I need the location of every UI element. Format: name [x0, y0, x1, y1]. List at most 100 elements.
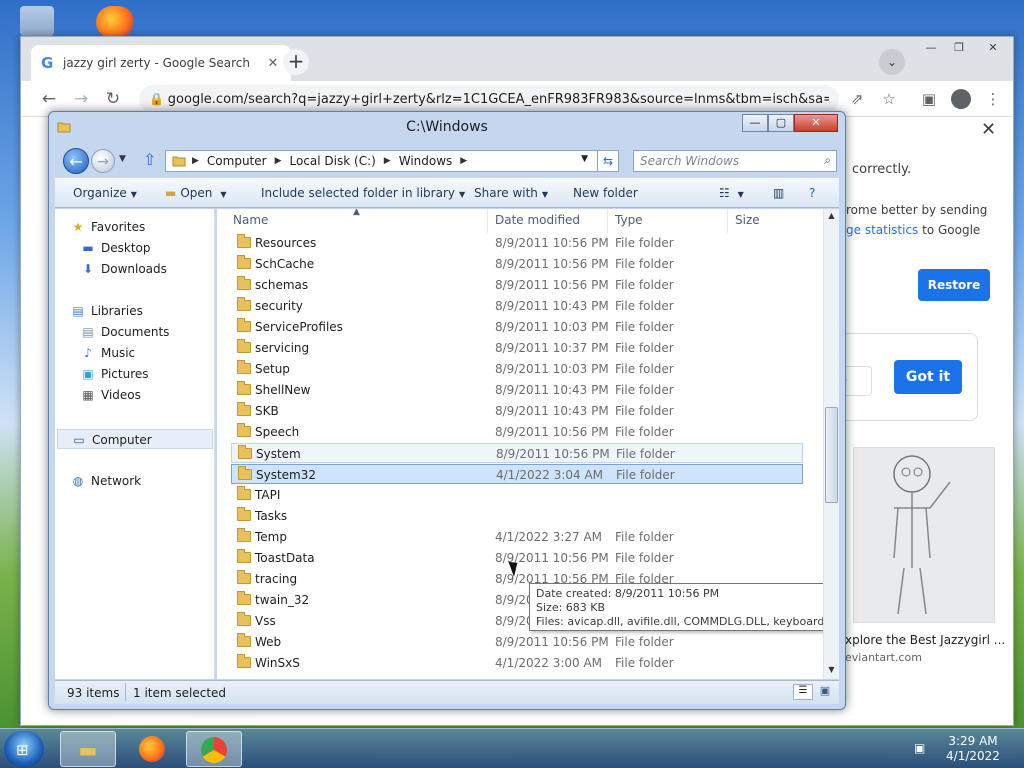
- system-clock[interactable]: 3:29 AM 4/1/2022: [940, 734, 1006, 764]
- nav-libraries[interactable]: ▤ Libraries: [69, 301, 227, 321]
- table-row[interactable]: System 8/9/2011 10:56 PM File folder: [231, 443, 803, 463]
- breadcrumb-separator-icon[interactable]: ▶: [192, 156, 199, 166]
- table-row[interactable]: Resources 8/9/2011 10:56 PM File folder: [231, 233, 803, 253]
- taskbar-firefox-button[interactable]: [124, 731, 180, 767]
- forward-arrow-icon[interactable]: →: [91, 149, 115, 173]
- back-arrow-icon[interactable]: ←: [63, 148, 89, 174]
- preview-pane-icon[interactable]: ▥: [773, 186, 784, 200]
- explorer-minimize-button[interactable]: —: [742, 114, 768, 132]
- nav-computer[interactable]: ▭ Computer: [57, 429, 213, 449]
- nav-favorites[interactable]: ★ Favorites: [69, 217, 227, 237]
- tab-close-icon[interactable]: ✕: [265, 56, 281, 71]
- chrome-tab[interactable]: G jazzy girl zerty - Google Search ✕: [31, 45, 291, 81]
- table-row[interactable]: Tasks: [231, 506, 803, 526]
- table-row[interactable]: ShellNew 8/9/2011 10:43 PM File folder: [231, 380, 803, 400]
- nav-downloads[interactable]: ⬇ Downloads: [79, 259, 237, 279]
- got-it-button[interactable]: Got it: [894, 360, 962, 394]
- table-row[interactable]: SchCache 8/9/2011 10:56 PM File folder: [231, 254, 803, 274]
- help-icon[interactable]: ?: [809, 186, 815, 200]
- url-text: google.com/search?q=jazzy+girl+zerty&rlz…: [167, 91, 829, 107]
- address-dropdown-icon[interactable]: ▼: [581, 154, 588, 164]
- nav-network[interactable]: ◍ Network: [69, 471, 227, 491]
- share-with-button[interactable]: Share with ▼: [474, 186, 548, 200]
- share-icon[interactable]: ⇗: [845, 87, 869, 111]
- explorer-maximize-button[interactable]: ▢: [768, 114, 794, 132]
- explorer-title-bar[interactable]: C:\Windows — ▢ ✕: [49, 112, 845, 142]
- search-icon[interactable]: ⌕: [824, 153, 831, 168]
- address-bar[interactable]: 🔒 google.com/search?q=jazzy+girl+zerty&r…: [139, 85, 839, 113]
- table-row[interactable]: WinSxS 4/1/2022 3:00 AM File folder: [231, 653, 803, 673]
- breadcrumb-windows[interactable]: Windows: [399, 154, 453, 168]
- column-date-modified[interactable]: Date modified: [495, 213, 580, 227]
- table-row[interactable]: System32 4/1/2022 3:04 AM File folder: [231, 464, 803, 484]
- view-options-icon[interactable]: ☷ ▼: [719, 186, 744, 200]
- large-icons-view-icon[interactable]: ▣: [815, 684, 835, 700]
- scrollbar-thumb[interactable]: [825, 407, 838, 503]
- nav-desktop[interactable]: ▬ Desktop: [79, 238, 237, 258]
- reload-icon[interactable]: ↻: [101, 87, 125, 111]
- profile-avatar-icon[interactable]: [949, 87, 973, 111]
- table-row[interactable]: SKB 8/9/2011 10:43 PM File folder: [231, 401, 803, 421]
- recycle-bin-icon[interactable]: [20, 6, 54, 36]
- organize-button[interactable]: Organize ▼: [73, 186, 137, 200]
- refresh-icon[interactable]: ⇆: [597, 150, 619, 172]
- explorer-address-bar[interactable]: ▶ Computer ▶ Local Disk (C:) ▶ Windows ▶…: [165, 150, 619, 172]
- include-in-library-button[interactable]: Include selected folder in library ▼: [261, 186, 465, 200]
- up-arrow-icon[interactable]: ⇧: [143, 150, 156, 169]
- table-row[interactable]: schemas 8/9/2011 10:56 PM File folder: [231, 275, 803, 295]
- network-tray-icon[interactable]: ▣: [914, 741, 925, 755]
- nav-pictures[interactable]: ▣ Pictures: [79, 364, 237, 384]
- side-panel-icon[interactable]: ▣: [917, 87, 941, 111]
- chrome-close-button[interactable]: ✕: [981, 41, 1005, 55]
- firefox-icon[interactable]: [96, 6, 134, 38]
- statistics-link[interactable]: ge statistics: [846, 223, 918, 237]
- table-row[interactable]: Web 8/9/2011 10:56 PM File folder: [231, 632, 803, 652]
- details-view-icon[interactable]: ☰: [793, 684, 813, 700]
- table-row[interactable]: TAPI: [231, 485, 803, 505]
- new-folder-button[interactable]: New folder: [573, 186, 638, 200]
- taskbar-explorer-button[interactable]: ▬: [60, 731, 116, 767]
- taskbar-chrome-button[interactable]: [186, 731, 242, 767]
- restore-button[interactable]: Restore: [918, 269, 990, 301]
- nav-music[interactable]: ♪ Music: [79, 343, 237, 363]
- table-row[interactable]: Setup 8/9/2011 10:03 PM File folder: [231, 359, 803, 379]
- chrome-menu-icon[interactable]: ⋮: [981, 87, 1005, 111]
- row-name: SchCache: [255, 257, 315, 271]
- explorer-close-button[interactable]: ✕: [794, 114, 838, 132]
- table-row[interactable]: Speech 8/9/2011 10:56 PM File folder: [231, 422, 803, 442]
- breadcrumb-separator-icon[interactable]: ▶: [384, 156, 391, 166]
- breadcrumb-local-disk[interactable]: Local Disk (C:): [290, 154, 376, 168]
- bookmark-star-icon[interactable]: ☆: [877, 87, 901, 111]
- nav-videos[interactable]: ▦ Videos: [79, 385, 237, 405]
- new-tab-button[interactable]: +: [283, 49, 309, 75]
- chrome-minimize-button[interactable]: —: [919, 41, 943, 55]
- tab-search-button[interactable]: ⌄: [879, 49, 905, 75]
- nav-documents[interactable]: ▤ Documents: [79, 322, 237, 342]
- chrome-maximize-button[interactable]: ❐: [947, 41, 971, 55]
- row-date: 8/9/2011 10:37 PM: [495, 341, 609, 355]
- breadcrumb-separator-icon[interactable]: ▶: [275, 156, 282, 166]
- back-arrow-icon[interactable]: ←: [37, 87, 61, 111]
- vertical-scrollbar[interactable]: ▲ ▼: [823, 209, 839, 679]
- breadcrumb-separator-icon[interactable]: ▶: [460, 156, 467, 166]
- column-size[interactable]: Size: [735, 213, 760, 227]
- table-row[interactable]: ServiceProfiles 8/9/2011 10:03 PM File fol…: [231, 317, 803, 337]
- dropdown-arrow-icon: ▼: [458, 190, 466, 199]
- column-type[interactable]: Type: [615, 213, 643, 227]
- dialog-close-icon[interactable]: ✕: [981, 119, 996, 140]
- breadcrumb-computer[interactable]: Computer: [207, 154, 267, 168]
- forward-arrow-icon[interactable]: →: [69, 87, 93, 111]
- start-button[interactable]: ⊞: [4, 731, 44, 767]
- scroll-up-icon[interactable]: ▲: [824, 211, 839, 220]
- table-row[interactable]: servicing 8/9/2011 10:37 PM File folder: [231, 338, 803, 358]
- search-result-image[interactable]: [853, 447, 995, 623]
- image-caption[interactable]: xplore the Best Jazzygirl ...: [845, 633, 1005, 647]
- column-name[interactable]: Name: [233, 213, 268, 227]
- search-input[interactable]: Search Windows ⌕: [633, 150, 837, 172]
- folder-icon: [237, 528, 251, 542]
- table-row[interactable]: security 8/9/2011 10:43 PM File folder: [231, 296, 803, 316]
- table-row[interactable]: Temp 4/1/2022 3:27 AM File folder: [231, 527, 803, 547]
- open-button[interactable]: ▬ Open ▼: [165, 186, 227, 200]
- recent-pages-chevron-icon[interactable]: ▼: [119, 154, 126, 164]
- scroll-down-icon[interactable]: ▼: [824, 665, 839, 674]
